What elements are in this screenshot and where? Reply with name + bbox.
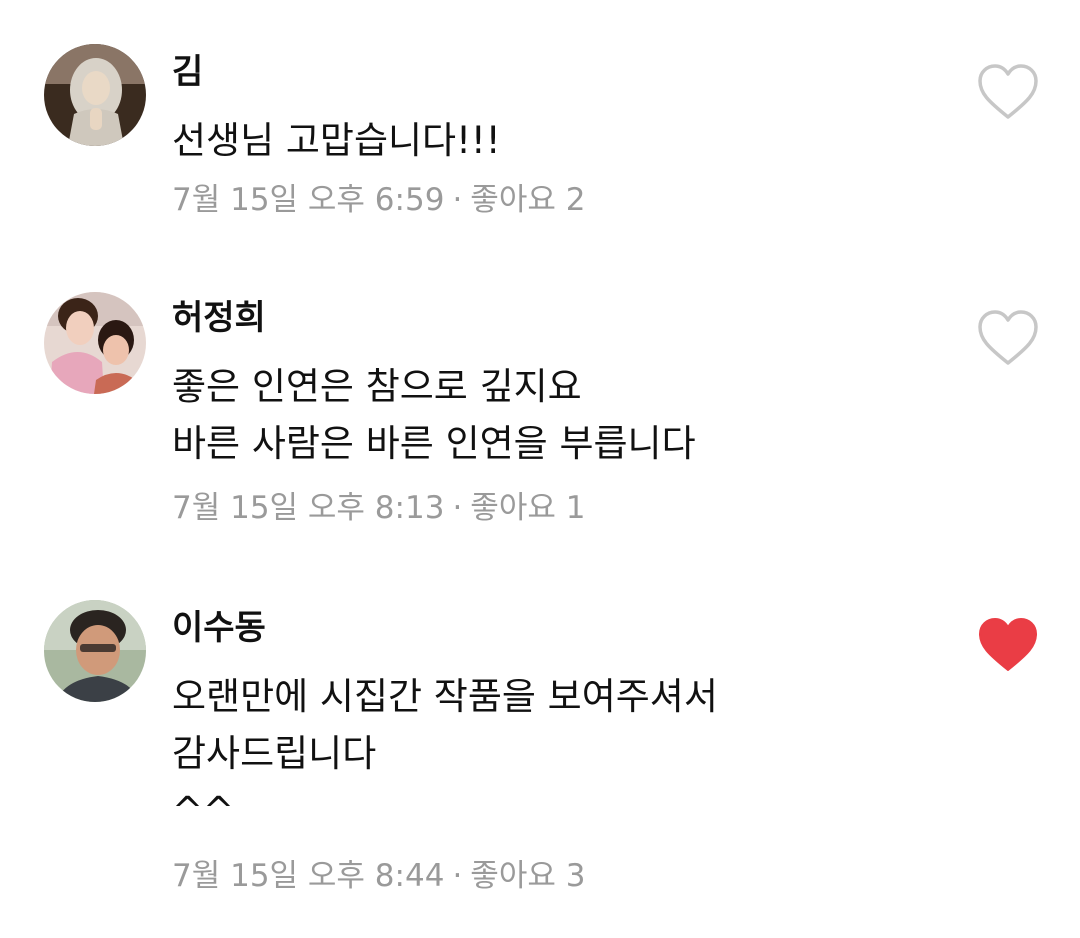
comment-item: 김 선생님 고맙습니다!!! 7월 15일 오후 6:59 · 좋아요 2 [0, 0, 1080, 240]
comment-text-line: 바른 사람은 바른 인연을 부릅니다 [172, 422, 696, 465]
comment-timestamp: 7월 15일 오후 6:59 [172, 182, 445, 218]
meta-separator: · [452, 858, 463, 894]
avatar-photo [44, 44, 146, 146]
comment-timestamp: 7월 15일 오후 8:13 [172, 490, 445, 526]
avatar[interactable] [44, 44, 146, 146]
heart-icon [978, 64, 1038, 119]
avatar-photo [44, 292, 146, 394]
heart-icon [979, 618, 1037, 671]
comment-like-count[interactable]: 좋아요 1 [470, 490, 585, 526]
meta-separator: · [452, 182, 463, 218]
comment-item: 허정희 좋은 인연은 참으로 깊지요 바른 사람은 바른 인연을 부릅니다 7월… [0, 240, 1080, 560]
comment-meta: 7월 15일 오후 6:59 · 좋아요 2 [172, 180, 585, 220]
comment-text-line: 좋은 인연은 참으로 깊지요 [172, 365, 582, 408]
comment-text-line: ^^ [172, 789, 235, 832]
heart-icon [978, 310, 1038, 365]
avatar[interactable] [44, 600, 146, 702]
comment-timestamp: 7월 15일 오후 8:44 [172, 858, 445, 894]
comment-meta: 7월 15일 오후 8:44 · 좋아요 3 [172, 856, 585, 896]
avatar[interactable] [44, 292, 146, 394]
comment-text: 오랜만에 시집간 작품을 보여주셔서 감사드립니다 ^^ [172, 668, 718, 839]
meta-separator: · [452, 490, 463, 526]
comment-author[interactable]: 허정희 [172, 298, 266, 338]
comment-text-line: 선생님 고맙습니다!!! [172, 119, 501, 162]
comment-text-line: 오랜만에 시집간 작품을 보여주셔서 [172, 675, 718, 718]
comment-item: 이수동 오랜만에 시집간 작품을 보여주셔서 감사드립니다 ^^ 7월 15일 … [0, 560, 1080, 938]
comment-author[interactable]: 이수동 [172, 608, 266, 648]
comment-list: 김 선생님 고맙습니다!!! 7월 15일 오후 6:59 · 좋아요 2 허정… [0, 0, 1080, 938]
like-button[interactable] [976, 63, 1040, 121]
avatar-photo [44, 600, 146, 702]
like-button[interactable] [976, 616, 1040, 674]
comment-text: 선생님 고맙습니다!!! [172, 112, 501, 169]
comment-author[interactable]: 김 [172, 52, 203, 92]
comment-like-count[interactable]: 좋아요 3 [470, 858, 585, 894]
like-button[interactable] [976, 309, 1040, 367]
comment-meta: 7월 15일 오후 8:13 · 좋아요 1 [172, 488, 585, 528]
comment-text: 좋은 인연은 참으로 깊지요 바른 사람은 바른 인연을 부릅니다 [172, 358, 696, 472]
comment-like-count[interactable]: 좋아요 2 [470, 182, 585, 218]
comment-text-line: 감사드립니다 [172, 732, 377, 775]
